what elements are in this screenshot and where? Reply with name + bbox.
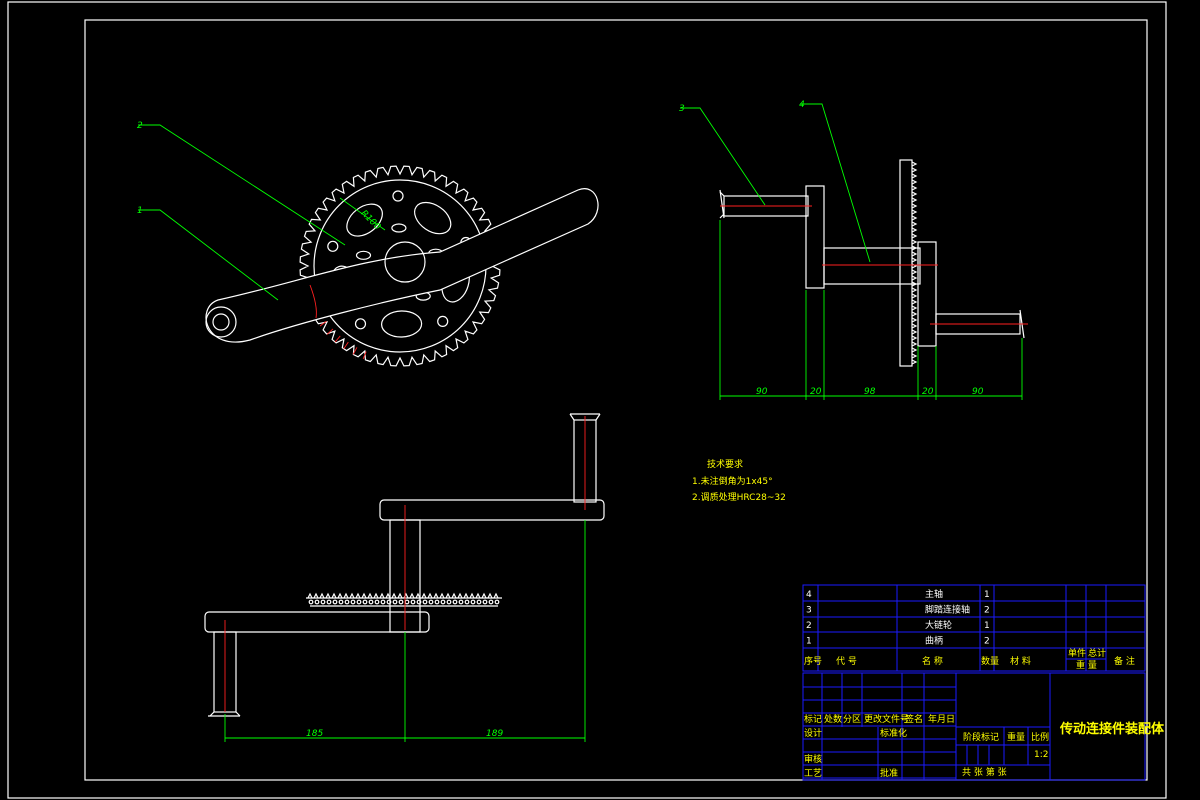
front-view: 185 189 — [204, 413, 605, 742]
hdr-total-weight: 总计 — [1088, 647, 1106, 659]
tb-change-doc: 更改文件号 — [864, 713, 909, 725]
parts-row-qty: 2 — [984, 637, 990, 647]
spider-window — [381, 310, 423, 338]
dim-side-5: 90 — [972, 387, 984, 397]
balloon-3: 3 — [679, 104, 685, 114]
hdr-material: 材 料 — [1010, 655, 1031, 667]
dim-side-3: 98 — [864, 387, 876, 397]
hdr-unit-weight: 单件 — [1068, 647, 1086, 659]
radius-label: R100 — [358, 209, 382, 233]
tech-heading: 技术要求 — [707, 458, 743, 470]
tb-approve: 批准 — [880, 767, 898, 779]
tb-design: 设计 — [804, 727, 822, 739]
chainring-bolt-hole — [437, 315, 449, 327]
chainring-front-teeth — [306, 592, 502, 607]
hdr-code: 代 号 — [836, 656, 857, 667]
tb-count: 处数 — [824, 713, 842, 725]
drawing-title: 传动连接件装配体 — [1059, 721, 1165, 737]
tb-scale: 比例 — [1031, 731, 1049, 743]
tech-line-2: 2.调质处理HRC28~32 — [692, 491, 786, 503]
tech-line-1: 1.未注倒角为1x45° — [692, 475, 773, 487]
balloon-4: 4 — [799, 100, 805, 110]
crank-bottom — [204, 611, 430, 633]
tb-scale-value: 1:2 — [1034, 750, 1048, 760]
tb-process: 工艺 — [804, 768, 822, 779]
crank-side-left — [805, 185, 825, 289]
dim-side-1: 90 — [756, 387, 768, 397]
leader-2 — [138, 124, 346, 246]
parts-row-qty: 1 — [984, 590, 990, 600]
leader-1 — [138, 209, 279, 301]
parts-row-qty: 1 — [984, 621, 990, 631]
dim-front-1: 185 — [306, 729, 323, 739]
parts-row-no: 1 — [806, 637, 812, 647]
title-block: 标记 处数 分区 更改文件号 签名 年月日 设计 标准化 阶段标记 重量 比例 … — [802, 672, 1165, 781]
spider-slot — [355, 250, 372, 260]
hdr-no: 序号 — [804, 655, 822, 667]
parts-row-name: 曲柄 — [925, 635, 943, 647]
spider-slot — [391, 223, 407, 233]
tb-zone: 分区 — [843, 714, 861, 725]
tb-stage-mark: 阶段标记 — [963, 731, 999, 743]
main-shaft — [823, 247, 921, 285]
tb-review: 审核 — [804, 753, 822, 765]
chainring-bolt-hole — [392, 190, 404, 202]
parts-row-no: 3 — [806, 606, 812, 616]
parts-row-name: 脚踏连接轴 — [925, 604, 970, 616]
tb-sign: 签名 — [905, 713, 923, 725]
crank-arm — [205, 188, 599, 343]
dim-front-2: 189 — [486, 729, 503, 739]
hdr-qty: 数量 — [981, 655, 999, 667]
tb-standardize: 标准化 — [880, 727, 907, 739]
parts-row-qty: 2 — [984, 606, 990, 616]
hdr-name: 名 称 — [922, 655, 943, 667]
chainring-bolt-hole — [354, 318, 367, 330]
parts-row-name: 大链轮 — [925, 619, 952, 631]
crank-side-right — [917, 241, 937, 347]
chainring-bolt-hole — [327, 240, 339, 252]
cad-drawing: 2 1 R100 3 4 90 20 98 20 90 185 189 技术要求… — [7, 1, 1167, 799]
tb-sheets: 共 张 第 张 — [962, 766, 1007, 778]
parts-row-no: 2 — [806, 621, 812, 631]
chainring-side — [899, 159, 913, 367]
side-view: 3 4 90 20 98 20 90 — [679, 100, 1028, 400]
leader-4 — [800, 103, 871, 263]
leader-3 — [680, 107, 766, 206]
balloon-2: 2 — [137, 121, 143, 131]
hdr-weight: 重 量 — [1076, 659, 1097, 671]
spider-window — [414, 201, 452, 235]
tb-weight: 重量 — [1007, 731, 1025, 743]
outer-frame — [7, 1, 1167, 799]
dim-side-2: 20 — [810, 387, 822, 397]
crank-top — [379, 499, 605, 521]
tb-mark: 标记 — [804, 713, 822, 725]
parts-row-no: 4 — [806, 590, 812, 600]
crank-chainring-view: 2 1 R100 — [137, 121, 599, 367]
parts-row-name: 主轴 — [925, 588, 943, 600]
dim-side-4: 20 — [922, 387, 934, 397]
tb-date: 年月日 — [928, 713, 955, 725]
balloon-1: 1 — [137, 206, 143, 216]
parts-list: 4 主轴 1 3 脚踏连接轴 2 2 大链轮 1 1 曲柄 2 序号 代 号 名 称 数量 材 料 单… — [802, 584, 1146, 672]
hdr-remark: 备 注 — [1114, 655, 1135, 667]
technical-requirements: 技术要求 1.未注倒角为1x45° 2.调质处理HRC28~32 — [692, 458, 786, 503]
